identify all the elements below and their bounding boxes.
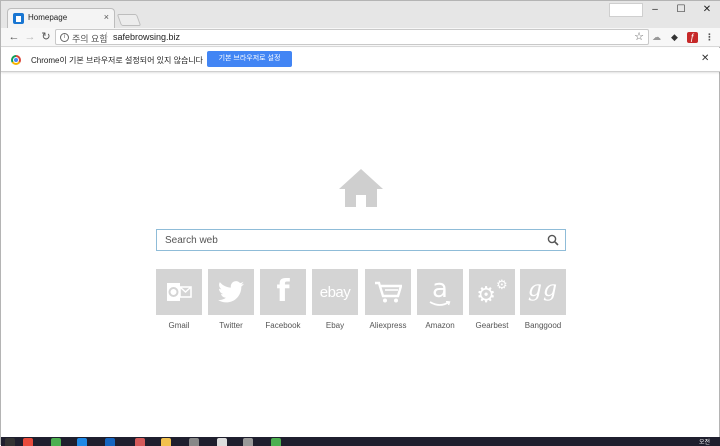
reload-button[interactable]: ↻ (39, 30, 53, 44)
amazon-smile-icon (429, 301, 451, 306)
gears-icon: ⚙ ⚙ (469, 269, 515, 315)
address-bar[interactable]: i 주의 요함 safebrowsing.biz ☆ (55, 29, 649, 45)
toolbar: ← → ↻ i 주의 요함 safebrowsing.biz ☆ ☁ ◆ ƒ ⋮ (1, 28, 720, 47)
bookmark-star-icon[interactable]: ☆ (634, 30, 644, 43)
search-input[interactable] (165, 234, 535, 247)
shopping-cart-icon (365, 269, 411, 315)
maximize-button[interactable]: ☐ (667, 3, 695, 19)
browser-window: Homepage × – ☐ ✕ ← → ↻ i 주의 요함 safebrows… (0, 0, 720, 446)
menu-icon[interactable]: ⋮ (704, 32, 715, 43)
profile-button[interactable] (609, 3, 643, 17)
shortcut-aliexpress[interactable]: Aliexpress (365, 269, 411, 330)
close-window-button[interactable]: ✕ (693, 3, 720, 19)
infobar-message: Chrome이 기본 브라우저로 설정되어 있지 않습니다 (31, 56, 204, 65)
shortcut-gmail[interactable]: Gmail (156, 269, 202, 330)
cloud-extension-icon[interactable]: ☁ (651, 32, 662, 43)
outlook-icon (156, 269, 202, 315)
flash-extension-icon[interactable]: ƒ (687, 32, 698, 43)
shortcut-facebook[interactable]: f Facebook (260, 269, 306, 330)
default-browser-infobar: Chrome이 기본 브라우저로 설정되어 있지 않습니다 기본 브라우저로 설… (1, 48, 720, 72)
shortcut-ebay[interactable]: ebay Ebay (312, 269, 358, 330)
tab-title: Homepage (28, 13, 68, 22)
forward-button[interactable]: → (23, 30, 37, 44)
set-default-browser-button[interactable]: 기본 브라우저로 설정 (207, 51, 292, 67)
search-box (156, 229, 566, 251)
banggood-icon: gg (520, 269, 566, 315)
back-button[interactable]: ← (7, 30, 21, 44)
url-separator (106, 32, 107, 43)
shortcut-banggood[interactable]: gg Banggood (520, 269, 566, 330)
facebook-f-icon: f (260, 269, 306, 315)
gear-glyph: ⚙ (476, 282, 497, 308)
infobar-close-icon[interactable]: ✕ (701, 53, 709, 64)
tab-strip: Homepage × – ☐ ✕ (1, 1, 720, 28)
tab-homepage[interactable]: Homepage × (7, 8, 115, 28)
shortcut-label: Banggood (524, 321, 562, 330)
ebay-glyph: ebay (319, 283, 351, 301)
chrome-logo-icon (11, 55, 21, 65)
new-tab-button[interactable] (116, 14, 142, 26)
info-icon[interactable]: i (60, 33, 69, 42)
amazon-icon: a (417, 269, 463, 315)
search-icon[interactable] (547, 234, 559, 246)
shield-extension-icon[interactable]: ◆ (669, 32, 680, 43)
shortcut-twitter[interactable]: Twitter (208, 269, 254, 330)
amazon-glyph: a (432, 274, 448, 304)
twitter-bird-icon (208, 269, 254, 315)
shortcut-amazon[interactable]: a Amazon (417, 269, 463, 330)
gear-small-glyph: ⚙ (496, 277, 508, 293)
shortcut-gearbest[interactable]: ⚙ ⚙ Gearbest (469, 269, 515, 330)
minimize-button[interactable]: – (641, 3, 669, 19)
tab-close-icon[interactable]: × (104, 12, 109, 22)
ebay-icon: ebay (312, 269, 358, 315)
url-text[interactable]: safebrowsing.biz (113, 32, 180, 42)
security-label[interactable]: 주의 요함 (72, 32, 108, 45)
home-icon (339, 169, 383, 207)
facebook-glyph: f (276, 274, 290, 309)
home-favicon-icon (13, 13, 24, 24)
banggood-glyph: gg (527, 276, 559, 302)
